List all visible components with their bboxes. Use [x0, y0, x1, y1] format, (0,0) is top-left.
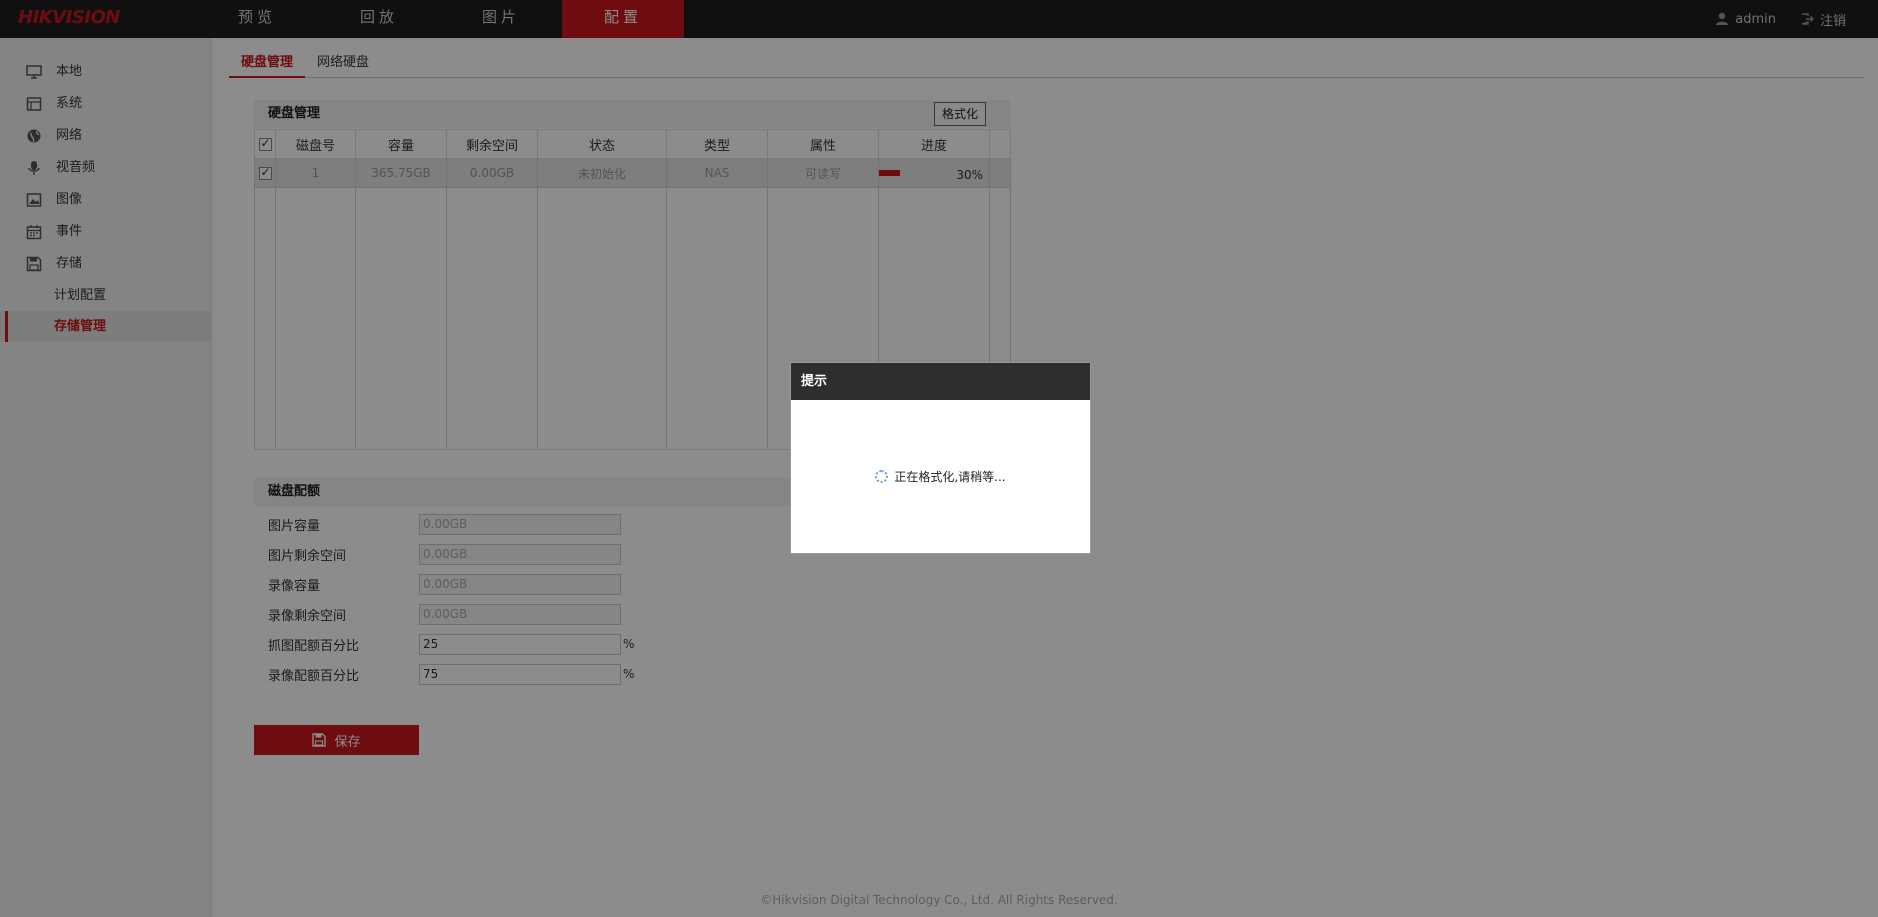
dialog-message: 正在格式化,请稍等...: [894, 470, 1006, 484]
spinner-icon: [875, 470, 889, 483]
prompt-dialog: 提示 正在格式化,请稍等...: [790, 362, 1091, 554]
dialog-title: 提示: [791, 363, 1090, 400]
dialog-body: 正在格式化,请稍等...: [791, 400, 1090, 553]
